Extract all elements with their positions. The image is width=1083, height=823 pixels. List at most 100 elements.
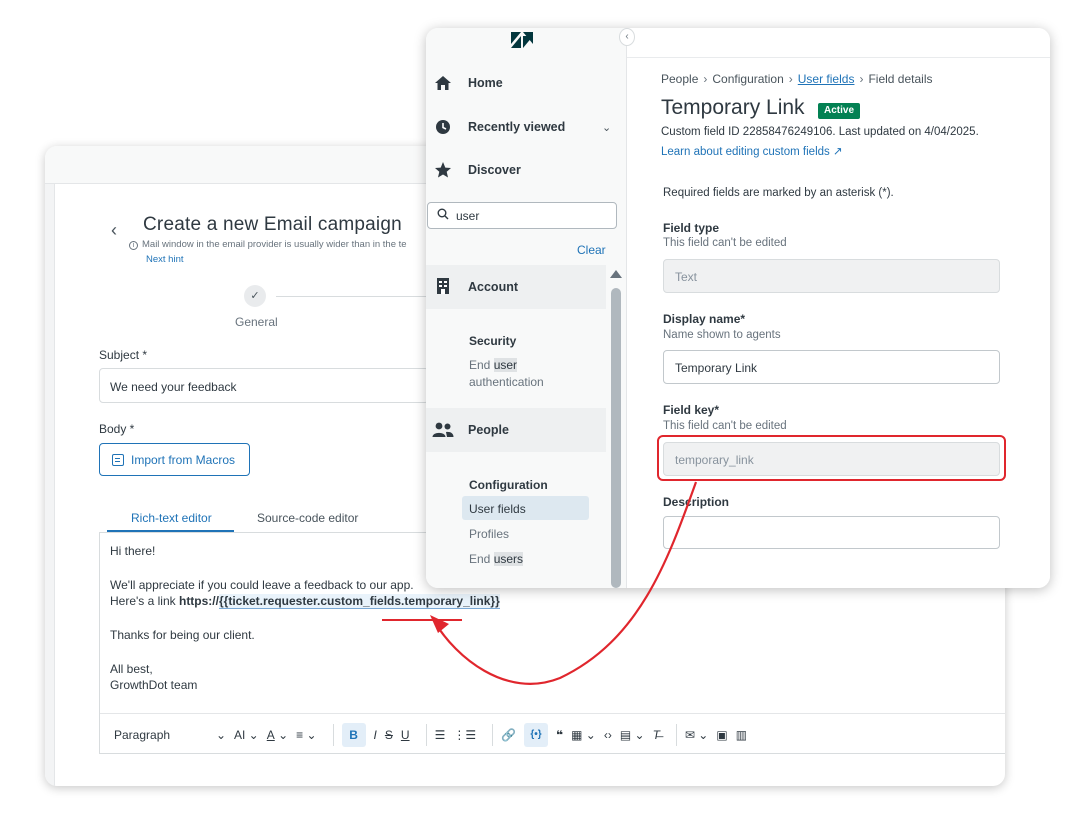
field-title: Temporary Link: [661, 96, 805, 119]
clear-search-link[interactable]: Clear: [577, 243, 606, 257]
macros-icon: [112, 453, 124, 466]
quote-icon[interactable]: ❝: [556, 723, 563, 747]
placeholder-button[interactable]: {•}: [524, 722, 549, 747]
breadcrumb-configuration[interactable]: Configuration: [712, 72, 783, 86]
nav-recently-viewed[interactable]: Recently viewed ⌄: [426, 112, 626, 142]
result-profiles[interactable]: Profiles: [469, 527, 509, 541]
underline-button[interactable]: U: [401, 723, 410, 747]
learn-more-link[interactable]: Learn about editing custom fields ↗: [661, 144, 843, 158]
result-end-user-auth-line2[interactable]: authentication: [469, 375, 544, 389]
result-account[interactable]: Account: [426, 265, 606, 309]
admin-sidebar: Home Recently viewed ⌄ Discover user Cle…: [426, 28, 627, 588]
result-security[interactable]: Security: [469, 334, 516, 348]
result-user-fields[interactable]: User fields: [469, 502, 526, 516]
scrollbar-thumb[interactable]: [611, 288, 621, 588]
home-icon: [434, 74, 452, 92]
result-configuration[interactable]: Configuration: [469, 478, 548, 492]
toolbar-divider: [675, 723, 677, 746]
breadcrumb-people[interactable]: People: [661, 72, 698, 86]
email-icon[interactable]: ✉ ⌄: [685, 723, 708, 747]
page-title: Create a new Email campaign: [143, 214, 402, 235]
result-end-users[interactable]: End users: [469, 552, 524, 566]
panel-topbar: [627, 28, 1050, 58]
chevron-down-icon[interactable]: ⌄: [602, 121, 611, 134]
display-name-label: Display name*: [663, 312, 746, 326]
required-note: Required fields are marked by an asteris…: [663, 187, 894, 199]
clock-icon: [434, 118, 452, 136]
display-name-hint: Name shown to agents: [663, 329, 781, 341]
description-label: Description: [663, 495, 730, 509]
nav-search-input[interactable]: user: [427, 202, 617, 229]
body-line: Hi there!: [110, 544, 156, 558]
info-icon: i: [129, 241, 138, 250]
building-icon: [436, 278, 450, 299]
snippet-icon[interactable]: ▤ ⌄: [620, 723, 645, 747]
field-type-label: Field type: [663, 221, 720, 235]
align-icon[interactable]: ≡ ⌄: [296, 723, 316, 747]
field-key-label: Field key*: [663, 403, 720, 417]
table-icon[interactable]: ▦ ⌄: [571, 723, 596, 747]
import-from-macros-button[interactable]: Import from Macros: [99, 443, 250, 476]
back-chevron-icon[interactable]: ‹: [111, 220, 117, 241]
status-badge: Active: [818, 103, 861, 119]
nav-home[interactable]: Home: [426, 68, 626, 98]
chevron-down-icon: ⌄: [215, 727, 226, 742]
search-icon: [437, 208, 449, 223]
italic-button[interactable]: I: [374, 723, 377, 747]
field-key-hint: This field can't be edited: [663, 420, 787, 432]
annotation-underline: [382, 619, 462, 621]
breadcrumb-user-fields[interactable]: User fields: [798, 72, 855, 86]
scroll-up-icon[interactable]: [610, 270, 622, 278]
step-label-general[interactable]: General: [235, 315, 278, 329]
step-connector: [276, 296, 436, 297]
toolbar-divider: [425, 723, 427, 746]
font-color-button[interactable]: A ⌄: [267, 723, 288, 747]
numbered-list-icon[interactable]: ⋮☰: [453, 723, 476, 747]
result-people[interactable]: People: [426, 408, 606, 452]
breadcrumb-field-details: Field details: [868, 72, 933, 86]
subject-input[interactable]: We need your feedback: [99, 368, 429, 403]
body-line: GrowthDot team: [110, 678, 198, 692]
left-strip: [45, 184, 55, 786]
clear-format-icon[interactable]: T̶: [653, 723, 660, 747]
subject-label: Subject *: [99, 348, 148, 362]
star-icon: [434, 161, 452, 179]
collapse-sidebar-icon[interactable]: ‹: [619, 28, 635, 46]
link-prefix: https://: [178, 594, 219, 608]
font-size-button[interactable]: AI ⌄: [234, 723, 259, 747]
admin-center-window: Home Recently viewed ⌄ Discover user Cle…: [426, 28, 1050, 588]
paragraph-select[interactable]: Paragraph ⌄: [114, 723, 226, 747]
breadcrumb: People › Configuration › User fields › Field d…: [661, 72, 933, 86]
editor-toolbar: Paragraph ⌄ AI ⌄ A ⌄ ≡ ⌄ B I S U ☰ ⋮☰ 🔗 {…: [100, 713, 1005, 755]
image-icon[interactable]: ▣: [716, 723, 727, 747]
toolbar-divider: [332, 723, 334, 746]
body-line: All best,: [110, 662, 153, 676]
body-line: We'll appreciate if you could leave a fe…: [110, 578, 414, 592]
annotation-highlight-box: [657, 435, 1006, 481]
field-details-panel: People › Configuration › User fields › Field d…: [627, 28, 1050, 588]
tab-rich-text-editor[interactable]: Rich-text editor: [131, 511, 212, 525]
hint-text: i Mail window in the email provider is us…: [129, 239, 407, 250]
field-type-input: Text: [663, 259, 1000, 293]
body-line: Here's a link https://{{ticket.requester…: [110, 594, 500, 609]
link-icon[interactable]: 🔗: [501, 723, 516, 747]
field-meta: Custom field ID 22858476249106. Last upd…: [661, 126, 979, 138]
display-name-input[interactable]: Temporary Link: [663, 350, 1000, 384]
next-hint-link[interactable]: Next hint: [146, 254, 184, 265]
bullet-list-icon[interactable]: ☰: [435, 723, 446, 747]
template-icon[interactable]: ▥: [736, 723, 747, 747]
code-icon[interactable]: ‹›: [604, 723, 612, 747]
toolbar-divider: [492, 723, 494, 746]
strikethrough-button[interactable]: S: [385, 723, 393, 747]
field-type-hint: This field can't be edited: [663, 237, 787, 249]
body-line: Thanks for being our client.: [110, 628, 255, 642]
people-icon: [432, 422, 454, 443]
tab-source-code-editor[interactable]: Source-code editor: [257, 511, 358, 525]
placeholder-token[interactable]: {{ticket.requester.custom_fields.tempora…: [218, 594, 500, 609]
bold-button[interactable]: B: [341, 722, 366, 747]
body-label: Body *: [99, 422, 135, 436]
description-input[interactable]: [663, 516, 1000, 549]
zendesk-logo-icon: [511, 32, 533, 48]
result-end-user-auth[interactable]: End user: [469, 358, 518, 372]
nav-discover[interactable]: Discover: [426, 155, 626, 185]
